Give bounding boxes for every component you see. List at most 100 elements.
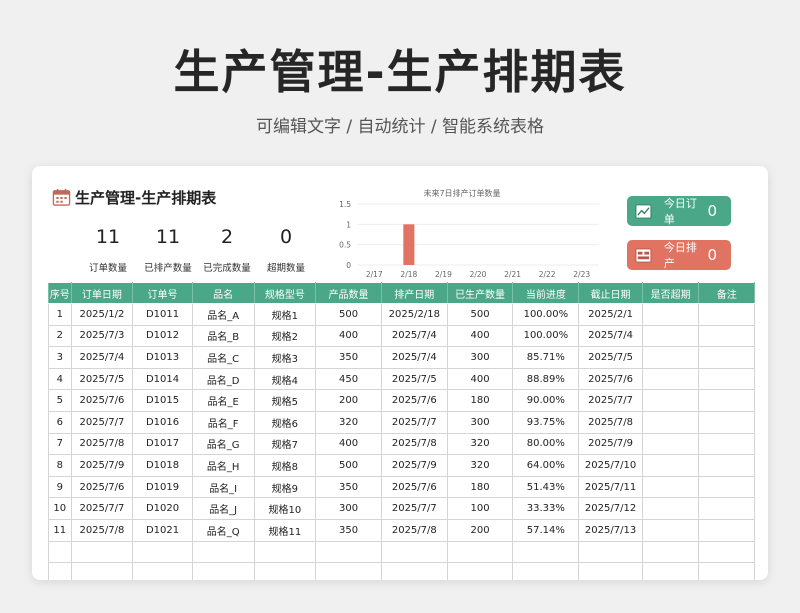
table-cell[interactable] [380,540,448,564]
column-header[interactable]: 品名 [191,282,255,304]
table-cell[interactable]: 2025/7/12 [578,497,643,520]
table-cell[interactable] [698,562,755,580]
table-cell[interactable] [446,562,514,580]
table-cell[interactable] [641,432,700,456]
table-cell[interactable]: 2025/7/7 [70,497,134,520]
table-cell[interactable] [641,324,700,348]
table-cell[interactable]: D1021 [132,518,193,542]
table-cell[interactable] [446,540,514,564]
table-cell[interactable]: 500 [315,303,382,326]
column-header[interactable]: 订单日期 [70,282,134,304]
table-cell[interactable]: 规格5 [253,389,317,412]
table-cell[interactable]: 400 [446,324,514,348]
table-cell[interactable]: 规格11 [253,518,317,542]
table-cell[interactable]: 2025/7/8 [380,432,448,456]
table-cell[interactable]: 2025/7/6 [380,475,448,499]
table-cell[interactable]: 2025/7/6 [380,389,448,412]
table-cell[interactable] [132,540,193,564]
table-cell[interactable]: 2025/7/9 [70,454,134,477]
table-cell[interactable]: D1020 [132,497,193,520]
table-cell[interactable] [641,367,700,391]
table-cell[interactable]: D1011 [132,303,193,326]
table-cell[interactable]: 4 [48,367,72,391]
table-cell[interactable] [512,540,580,564]
table-cell[interactable] [641,540,700,564]
table-cell[interactable]: 规格2 [253,324,317,348]
table-cell[interactable]: 8 [48,454,72,477]
table-cell[interactable]: 2025/7/4 [70,346,134,369]
column-header[interactable]: 产品数量 [315,282,382,304]
table-cell[interactable]: 400 [446,367,514,391]
table-cell[interactable]: 规格9 [253,475,317,499]
table-cell[interactable]: D1018 [132,454,193,477]
table-cell[interactable] [698,303,755,326]
table-cell[interactable]: 64.00% [512,454,580,477]
table-cell[interactable]: 2025/7/10 [578,454,643,477]
table-cell[interactable]: 2025/7/7 [380,410,448,434]
table-cell[interactable] [641,410,700,434]
table-cell[interactable]: 3 [48,346,72,369]
table-cell[interactable]: 80.00% [512,432,580,456]
table-cell[interactable]: 400 [315,324,382,348]
table-cell[interactable] [698,497,755,520]
table-cell[interactable]: 350 [315,346,382,369]
table-cell[interactable]: 品名_A [191,303,255,326]
column-header[interactable]: 已生产数量 [446,282,514,304]
table-cell[interactable]: 2025/2/1 [578,303,643,326]
column-header[interactable]: 序号 [48,282,72,304]
table-cell[interactable]: 350 [315,518,382,542]
table-cell[interactable]: 2025/7/7 [70,410,134,434]
table-cell[interactable]: 7 [48,432,72,456]
table-cell[interactable]: 规格8 [253,454,317,477]
table-cell[interactable]: 100.00% [512,324,580,348]
table-cell[interactable]: 93.75% [512,410,580,434]
table-cell[interactable]: D1016 [132,410,193,434]
table-cell[interactable] [698,367,755,391]
table-cell[interactable]: 2025/7/4 [578,324,643,348]
table-cell[interactable] [191,540,255,564]
table-cell[interactable]: 品名_J [191,497,255,520]
table-cell[interactable]: 规格3 [253,346,317,369]
table-cell[interactable]: 2025/7/5 [578,346,643,369]
today-orders-button[interactable]: 今日订单 0 [627,196,731,226]
table-cell[interactable] [578,540,643,564]
table-cell[interactable]: 品名_H [191,454,255,477]
table-cell[interactable]: 320 [446,454,514,477]
table-cell[interactable]: 11 [48,518,72,542]
table-cell[interactable]: 规格4 [253,367,317,391]
table-cell[interactable]: 320 [315,410,382,434]
table-cell[interactable] [698,324,755,348]
table-cell[interactable] [48,540,72,564]
table-cell[interactable]: 100 [446,497,514,520]
table-cell[interactable]: 2025/7/7 [380,497,448,520]
table-cell[interactable]: 500 [446,303,514,326]
table-cell[interactable]: 88.89% [512,367,580,391]
table-cell[interactable]: D1015 [132,389,193,412]
table-cell[interactable]: 2025/7/11 [578,475,643,499]
table-cell[interactable]: 2025/7/9 [578,432,643,456]
today-schedule-button[interactable]: 今日排产 0 [627,240,731,270]
table-cell[interactable]: D1013 [132,346,193,369]
table-cell[interactable]: 200 [315,389,382,412]
table-cell[interactable] [698,389,755,412]
table-cell[interactable] [512,562,580,580]
table-cell[interactable] [70,562,134,580]
table-cell[interactable] [70,540,134,564]
table-cell[interactable] [253,540,317,564]
table-cell[interactable] [641,562,700,580]
table-cell[interactable]: 1 [48,303,72,326]
column-header[interactable]: 备注 [698,282,755,304]
table-cell[interactable]: 2025/2/18 [380,303,448,326]
table-cell[interactable]: 10 [48,497,72,520]
table-cell[interactable] [698,346,755,369]
table-cell[interactable] [698,410,755,434]
table-cell[interactable] [191,562,255,580]
table-cell[interactable]: 2025/7/4 [380,324,448,348]
table-cell[interactable]: 200 [446,518,514,542]
table-cell[interactable] [641,303,700,326]
table-cell[interactable]: 2025/7/7 [578,389,643,412]
table-cell[interactable]: 350 [315,475,382,499]
table-cell[interactable]: 品名_F [191,410,255,434]
table-cell[interactable]: 规格6 [253,410,317,434]
table-cell[interactable]: D1019 [132,475,193,499]
